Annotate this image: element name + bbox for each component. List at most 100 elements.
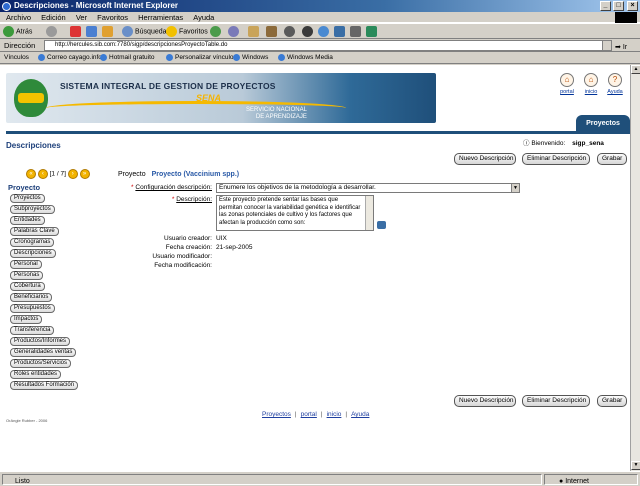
link-correo[interactable]: Correo cayago.info: [38, 52, 102, 64]
link-hotmail[interactable]: Hotmail gratuito: [100, 52, 155, 64]
maximize-button[interactable]: □: [613, 1, 624, 11]
sidebar-item-descripciones[interactable]: Descripciones: [10, 249, 56, 258]
menu-bar: Archivo Edición Ver Favoritos Herramient…: [0, 12, 640, 23]
save-button-bottom[interactable]: Grabar: [597, 395, 627, 407]
chevron-down-icon[interactable]: ▼: [511, 184, 519, 192]
config-select[interactable]: Enumere los objetivos de la metodología …: [216, 183, 520, 193]
sidebar-item-generalidades-ventas[interactable]: Generalidades ventas: [10, 348, 77, 357]
forward-button[interactable]: [46, 26, 59, 38]
menu-edicion[interactable]: Edición: [41, 13, 66, 22]
page-scrollbar[interactable]: ▲ ▼: [630, 65, 640, 471]
welcome-label: Bienvenido:: [531, 140, 566, 147]
refresh-button[interactable]: [86, 26, 99, 38]
menu-favoritos[interactable]: Favoritos: [97, 13, 128, 22]
sidebar-item-impactos[interactable]: Impactos: [10, 315, 43, 324]
footer-link-portal[interactable]: portal: [301, 411, 317, 418]
new-description-button-bottom[interactable]: Nuevo Descripción: [454, 395, 516, 407]
page-content: SISTEMA INTEGRAL DE GESTION DE PROYECTOS…: [0, 65, 630, 471]
sidebar-item-resultados-formacion[interactable]: Resultados Formación: [10, 381, 79, 390]
back-button[interactable]: Atrás: [3, 26, 32, 38]
sidebar-item-presupuestos[interactable]: Presupuestos: [10, 304, 55, 313]
history-button[interactable]: [228, 26, 241, 38]
menu-ayuda[interactable]: Ayuda: [193, 13, 214, 22]
link-windows-media[interactable]: Windows Media: [278, 52, 333, 64]
description-text: Este proyecto pretende sentar las bases …: [219, 197, 361, 226]
extra-button[interactable]: [366, 26, 379, 38]
windows-logo-icon: [615, 12, 637, 23]
sidebar-item-proyectos[interactable]: Proyectos: [10, 194, 45, 203]
messenger-button[interactable]: [318, 26, 331, 38]
sidebar-item-cronogramas[interactable]: Cronogramas: [10, 238, 55, 247]
links-label: Vínculos: [4, 54, 29, 61]
scroll-down-icon[interactable]: ▼: [631, 461, 640, 470]
status-text-area: Listo: [2, 474, 542, 485]
prev-page-icon[interactable]: ‹: [37, 169, 48, 179]
save-button[interactable]: Grabar: [597, 153, 627, 165]
discuss-button[interactable]: [302, 26, 315, 38]
edit-button[interactable]: [284, 26, 297, 38]
sidebar-item-beneficiarios[interactable]: Beneficiarios: [10, 293, 53, 302]
tab-proyectos[interactable]: Proyectos: [576, 115, 630, 131]
sidebar-item-roles-entidades[interactable]: Roles entidades: [10, 370, 62, 379]
home-button[interactable]: [102, 26, 115, 38]
new-description-button[interactable]: Nuevo Descripción: [454, 153, 516, 165]
textarea-scrollbar[interactable]: [365, 196, 373, 230]
first-page-icon[interactable]: «: [26, 169, 36, 179]
minimize-button[interactable]: _: [600, 1, 611, 11]
sidebar-item-productos-servicios[interactable]: Productos/Servicios: [10, 359, 72, 368]
research-button[interactable]: [334, 26, 347, 38]
close-button[interactable]: ×: [627, 1, 638, 11]
delete-description-button[interactable]: Eliminar Descripción: [522, 153, 590, 165]
sidebar-item-personal[interactable]: Personal: [10, 260, 42, 269]
print-button[interactable]: [266, 26, 279, 38]
modifier-label: Usuario modificador:: [152, 253, 212, 260]
stop-button[interactable]: [70, 26, 83, 38]
messenger-icon: [318, 26, 329, 37]
expand-editor-icon[interactable]: [377, 221, 386, 229]
media-button[interactable]: [210, 26, 223, 38]
address-dropdown-icon[interactable]: [602, 41, 611, 50]
link-personalizar[interactable]: Personalizar vínculos: [166, 52, 237, 64]
browser-toolbar: Atrás Búsqueda Favoritos: [0, 23, 640, 39]
crumb-value[interactable]: Proyecto (Vaccinium spp.): [152, 171, 240, 178]
description-textarea[interactable]: Este proyecto pretende sentar las bases …: [216, 195, 374, 231]
next-page-icon[interactable]: ›: [67, 169, 78, 179]
discuss-icon: [302, 26, 313, 37]
footer-link-proyectos[interactable]: Proyectos: [262, 411, 291, 418]
link-icon: [38, 53, 45, 61]
favorites-button[interactable]: Favoritos: [166, 26, 208, 38]
sidebar-item-palabras-clave[interactable]: Palabras Clave: [10, 227, 59, 236]
ayuda-link[interactable]: ? Ayuda: [606, 73, 624, 103]
delete-description-button-bottom[interactable]: Eliminar Descripción: [522, 395, 590, 407]
print-icon: [266, 26, 277, 37]
sidebar-item-transferencia[interactable]: Transferencia: [10, 326, 55, 335]
footer-link-ayuda[interactable]: Ayuda: [351, 411, 369, 418]
menu-archivo[interactable]: Archivo: [6, 13, 31, 22]
address-input[interactable]: http://hercules.sib.com:7780/sigp/descri…: [44, 40, 612, 51]
sidebar-item-personas[interactable]: Personas: [10, 271, 44, 280]
sidebar-item-entidades[interactable]: Entidades: [10, 216, 45, 225]
menu-herramientas[interactable]: Herramientas: [138, 13, 183, 22]
sidebar-item-cobertura[interactable]: Cobertura: [10, 282, 45, 291]
mail-icon: [248, 26, 259, 37]
address-url: http://hercules.sib.com:7780/sigp/descri…: [55, 42, 228, 48]
extra-icon: [366, 26, 377, 37]
link-icon: [233, 53, 240, 61]
scroll-up-icon[interactable]: ▲: [631, 65, 640, 74]
internet-zone-icon: ●: [559, 478, 564, 485]
last-page-icon[interactable]: »: [79, 169, 90, 179]
window-titlebar: Descripciones - Microsoft Internet Explo…: [0, 0, 640, 12]
sidebar-item-productos-informes[interactable]: Productos/Informes: [10, 337, 71, 346]
tool-button[interactable]: [350, 26, 363, 38]
portal-link[interactable]: ⌂ portal: [558, 73, 576, 103]
inicio-link[interactable]: ⌂ inicio: [582, 73, 600, 103]
footer-link-inicio[interactable]: inicio: [327, 411, 342, 418]
history-icon: [228, 26, 239, 37]
internet-explorer-icon: [2, 2, 11, 11]
mail-button[interactable]: [248, 26, 261, 38]
tool-icon: [350, 26, 361, 37]
link-windows[interactable]: Windows: [233, 52, 268, 64]
search-button[interactable]: Búsqueda: [122, 26, 167, 38]
menu-ver[interactable]: Ver: [76, 13, 87, 22]
sidebar-item-subproyectos[interactable]: Subproyectos: [10, 205, 55, 214]
